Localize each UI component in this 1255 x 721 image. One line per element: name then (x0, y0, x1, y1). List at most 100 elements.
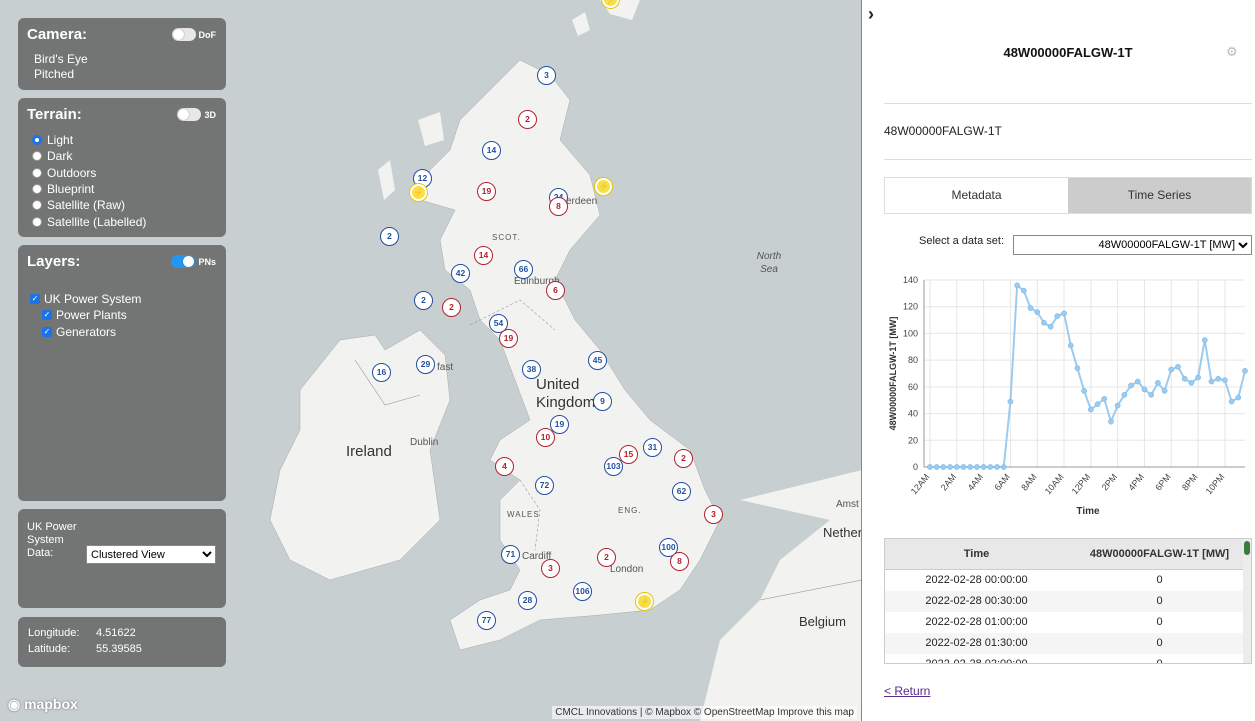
y-tick-label: 120 (903, 302, 918, 312)
y-axis-title: 48W00000FALGW-1T [MW] (888, 317, 898, 431)
data-point (1054, 313, 1061, 319)
data-point (1201, 337, 1208, 343)
generator-cluster-marker[interactable]: 8 (549, 197, 568, 216)
data-point (1074, 365, 1081, 372)
tab-time-series[interactable]: Time Series (1068, 178, 1251, 213)
power-plant-cluster-marker[interactable]: 16 (372, 363, 391, 382)
data-point (940, 464, 947, 470)
camera-title: Camera: (27, 26, 88, 43)
data-point (1121, 392, 1128, 398)
power-plant-cluster-marker[interactable]: 29 (416, 355, 435, 374)
power-plant-icon[interactable]: ⚡ (636, 593, 653, 610)
layer-checkbox-generators[interactable]: ✓ Generators (42, 325, 116, 339)
cell-time: 2022-02-28 01:00:00 (925, 616, 1028, 628)
generator-cluster-marker[interactable]: 10 (536, 428, 555, 447)
map-view[interactable]: SCOT. United Kingdom Ireland Dublin Nort… (0, 0, 862, 721)
terrain-radio-satellite-raw[interactable]: Satellite (Raw) (32, 198, 125, 212)
power-plant-cluster-marker[interactable]: 106 (573, 582, 592, 601)
return-link[interactable]: < Return (884, 684, 930, 698)
power-plant-cluster-marker[interactable]: 42 (451, 264, 470, 283)
tab-metadata[interactable]: Metadata (885, 178, 1068, 213)
settings-gear-icon[interactable]: ⚙ (1226, 44, 1238, 60)
x-tick-label: 8PM (1180, 472, 1200, 493)
power-plant-cluster-marker[interactable]: 9 (593, 392, 612, 411)
data-point (980, 464, 987, 470)
pns-toggle[interactable]: PNs (171, 255, 216, 268)
terrain-radio-dark[interactable]: Dark (32, 149, 72, 163)
x-axis-title: Time (1076, 506, 1100, 517)
table-row: 2022-02-28 01:30:00 0 (885, 633, 1251, 654)
y-tick-label: 0 (913, 462, 918, 472)
camera-option-pitched[interactable]: Pitched (34, 67, 74, 81)
power-plant-cluster-marker[interactable]: 77 (477, 611, 496, 630)
layer-checkbox-power-plants[interactable]: ✓ Power Plants (42, 308, 127, 322)
x-tick-label: 12AM (909, 472, 932, 496)
x-tick-label: 8AM (1019, 472, 1039, 493)
power-plant-cluster-marker[interactable]: 2 (380, 227, 399, 246)
scrollbar-thumb[interactable] (1244, 541, 1250, 555)
map-attribution[interactable]: CMCL Innovations | © Mapbox © OpenStreet… (552, 706, 857, 719)
table-header: Time 48W00000FALGW-1T [MW] (885, 539, 1251, 570)
sidebar-tabs: Metadata Time Series (884, 177, 1252, 214)
dof-toggle[interactable]: DoF (171, 28, 216, 41)
generator-cluster-marker[interactable]: 2 (518, 110, 537, 129)
cell-time: 2022-02-28 02:00:00 (925, 658, 1028, 664)
table-row: 2022-02-28 00:30:00 0 (885, 591, 1251, 612)
y-tick-label: 40 (908, 409, 918, 419)
x-tick-label: 4PM (1126, 472, 1146, 493)
generator-cluster-marker[interactable]: 2 (597, 548, 616, 567)
generator-cluster-marker[interactable]: 4 (495, 457, 514, 476)
terrain-radio-blueprint[interactable]: Blueprint (32, 182, 94, 196)
power-plant-cluster-marker[interactable]: 14 (482, 141, 501, 160)
data-point (1081, 388, 1087, 394)
generator-cluster-marker[interactable]: 14 (474, 246, 493, 265)
data-point (1134, 378, 1141, 385)
layer-checkbox-uk-power-system[interactable]: ✓ UK Power System (30, 292, 141, 306)
power-plant-cluster-marker[interactable]: 38 (522, 360, 541, 379)
sidebar-subtitle: 48W00000FALGW-1T (884, 124, 1002, 138)
terrain-radio-satellite-labelled[interactable]: Satellite (Labelled) (32, 215, 146, 229)
cell-value: 0 (1156, 595, 1163, 607)
dataset-select[interactable]: 48W00000FALGW-1T [MW] (1013, 235, 1252, 255)
data-view-select[interactable]: Clustered View (86, 545, 216, 564)
power-plant-cluster-marker[interactable]: 103 (604, 457, 623, 476)
generator-cluster-marker[interactable]: 3 (541, 559, 560, 578)
y-tick-label: 100 (903, 328, 918, 338)
power-plant-cluster-marker[interactable]: 3 (537, 66, 556, 85)
generator-cluster-marker[interactable]: 2 (674, 449, 693, 468)
table-body: 2022-02-28 00:00:00 0 2022-02-28 00:30:00 0… (885, 570, 1251, 664)
power-plant-cluster-marker[interactable]: 2 (414, 291, 433, 310)
3d-toggle[interactable]: 3D (177, 108, 216, 121)
generator-cluster-marker[interactable]: 3 (704, 505, 723, 524)
power-plant-cluster-marker[interactable]: 71 (501, 545, 520, 564)
data-point (960, 464, 967, 470)
power-plant-icon[interactable]: ⚡ (410, 184, 427, 201)
table-scrollbar[interactable] (1243, 539, 1251, 663)
generator-cluster-marker[interactable]: 6 (546, 281, 565, 300)
table-row: 2022-02-28 02:00:00 0 (885, 654, 1251, 664)
generator-cluster-marker[interactable]: 2 (442, 298, 461, 317)
data-view-panel: UK Power System Data: Clustered View (18, 509, 226, 608)
data-point (1014, 282, 1020, 289)
power-plant-cluster-marker[interactable]: 28 (518, 591, 537, 610)
power-plant-cluster-marker[interactable]: 66 (514, 260, 533, 279)
terrain-radio-outdoors[interactable]: Outdoors (32, 166, 96, 180)
map-label-dublin: Dublin (410, 437, 439, 448)
power-plant-cluster-marker[interactable]: 72 (535, 476, 554, 495)
generator-cluster-marker[interactable]: 8 (670, 552, 689, 571)
power-plant-cluster-marker[interactable]: 31 (643, 438, 662, 457)
power-plant-icon[interactable]: ⚡ (595, 178, 612, 195)
power-plant-cluster-marker[interactable]: 62 (672, 482, 691, 501)
camera-option-birds-eye[interactable]: Bird's Eye (34, 52, 88, 66)
map-label-belfast: fast (437, 362, 454, 373)
generator-cluster-marker[interactable]: 19 (477, 182, 496, 201)
cell-value: 0 (1156, 637, 1163, 649)
data-point (1181, 375, 1188, 382)
terrain-radio-light[interactable]: Light (32, 133, 73, 147)
mapbox-logo[interactable]: ◉ mapbox (8, 696, 78, 713)
generator-cluster-marker[interactable]: 19 (499, 329, 518, 348)
layers-panel: Layers: PNs ✓ UK Power System ✓ Power Plan… (18, 245, 226, 501)
data-point (1188, 380, 1195, 386)
power-plant-cluster-marker[interactable]: 45 (588, 351, 607, 370)
chevron-right-icon[interactable]: › (868, 4, 874, 25)
